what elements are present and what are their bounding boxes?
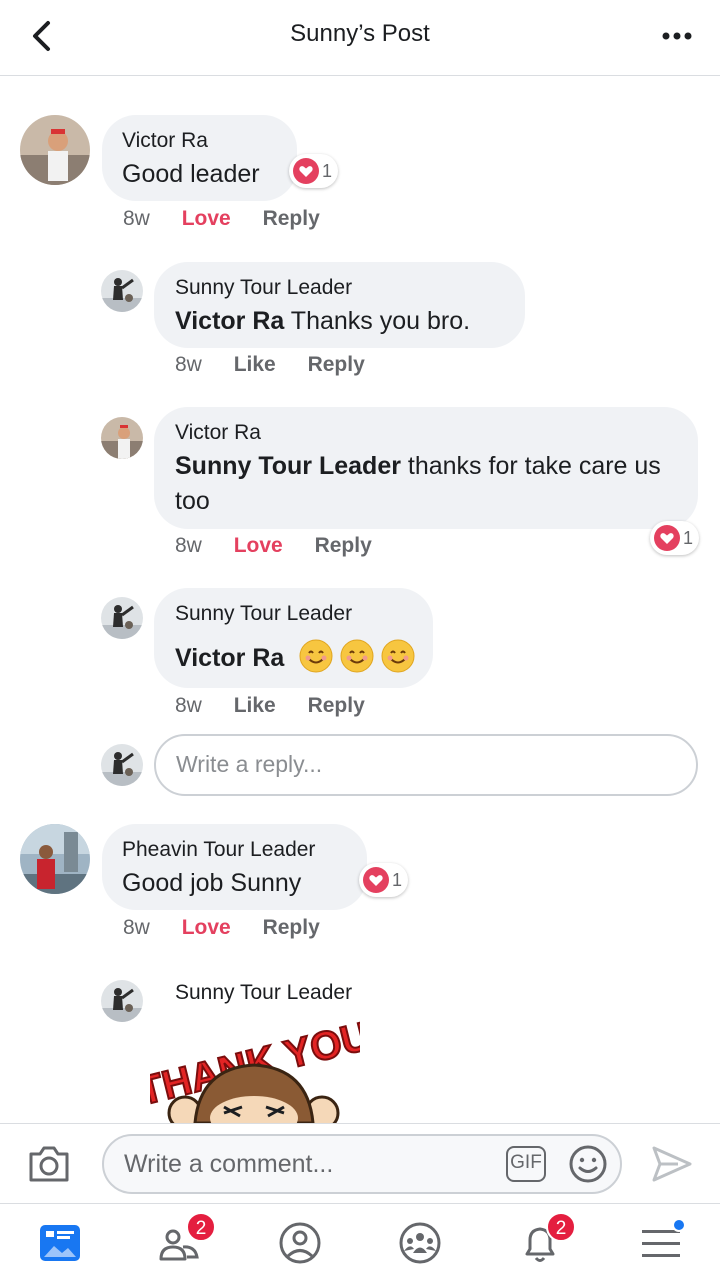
reply-button[interactable]: Reply: [308, 694, 365, 718]
like-button[interactable]: Like: [234, 694, 276, 718]
reply-button[interactable]: Reply: [263, 207, 320, 231]
notifications-badge: 2: [546, 1212, 576, 1242]
avatar-pheavin[interactable]: [20, 824, 90, 894]
more-options-icon[interactable]: [660, 22, 694, 50]
smiling-face-emoji-icon: [299, 639, 333, 673]
comment-author[interactable]: Sunny Tour Leader: [175, 981, 352, 1005]
top-bar: Sunny’s Post: [0, 0, 720, 76]
comment-time: 8w: [123, 916, 150, 939]
mention-tag[interactable]: Sunny Tour Leader: [175, 452, 401, 480]
avatar-sunny[interactable]: [101, 270, 143, 312]
comment-author[interactable]: Sunny Tour Leader: [175, 602, 352, 626]
thank-you-monkey-sticker[interactable]: THANK YOU: [150, 1013, 360, 1123]
comment-meta: 8w Like Reply: [175, 353, 365, 377]
comment-text: Victor Ra: [175, 639, 415, 676]
comment-body: Thanks you bro.: [284, 307, 471, 335]
smiling-face-emoji-icon: [340, 639, 374, 673]
gif-button[interactable]: GIF: [506, 1146, 546, 1182]
avatar-sunny[interactable]: [101, 597, 143, 639]
reaction-count-label: 1: [392, 869, 403, 890]
love-button[interactable]: Love: [234, 534, 283, 558]
comment-author[interactable]: Victor Ra: [122, 129, 208, 153]
news-feed-tab-icon[interactable]: [35, 1218, 85, 1268]
comment-composer: Write a comment... GIF: [0, 1123, 720, 1203]
reaction-count-label: 1: [322, 160, 333, 181]
comment-text: Sunny Tour Leader thanks for take care u…: [175, 449, 685, 519]
love-reaction-icon: [363, 867, 389, 893]
mention-tag[interactable]: Victor Ra: [175, 644, 284, 672]
reply-input[interactable]: Write a reply...: [154, 734, 698, 796]
comment-meta: 8w Love Reply: [123, 916, 320, 940]
comment-meta: 8w Love Reply: [123, 207, 320, 231]
gif-label: GIF: [510, 1152, 542, 1173]
comment-meta: 8w Love Reply: [175, 534, 372, 558]
avatar-victor-ra[interactable]: [101, 417, 143, 459]
comments-list: Victor Ra Good leader 1 8w Love Reply Su…: [0, 77, 720, 1123]
love-button[interactable]: Love: [182, 207, 231, 231]
reply-input-placeholder: Write a reply...: [176, 751, 323, 777]
comment-input-placeholder: Write a comment...: [124, 1150, 334, 1178]
love-reaction-icon: [654, 525, 680, 551]
page-title: Sunny’s Post: [290, 20, 430, 47]
reaction-count[interactable]: 1: [650, 521, 700, 555]
groups-tab-icon[interactable]: [395, 1218, 445, 1268]
bottom-tab-bar: 2 2: [0, 1203, 720, 1280]
comment-time: 8w: [175, 353, 202, 376]
comment-text: Good leader: [122, 160, 260, 188]
comment-time: 8w: [123, 207, 150, 230]
reply-button[interactable]: Reply: [263, 916, 320, 940]
menu-hamburger-icon[interactable]: [636, 1218, 686, 1268]
comment-author[interactable]: Pheavin Tour Leader: [122, 838, 315, 862]
smiling-face-emoji-icon: [381, 639, 415, 673]
love-reaction-icon: [293, 158, 319, 184]
profile-tab-icon[interactable]: [275, 1218, 325, 1268]
comment-time: 8w: [175, 534, 202, 557]
friends-badge: 2: [186, 1212, 216, 1242]
avatar-victor-ra[interactable]: [20, 115, 90, 185]
love-button[interactable]: Love: [182, 916, 231, 940]
reaction-count[interactable]: 1: [289, 154, 339, 188]
send-icon[interactable]: [650, 1144, 694, 1184]
like-button[interactable]: Like: [234, 353, 276, 377]
comment-text: Victor Ra Thanks you bro.: [175, 304, 470, 339]
reply-button[interactable]: Reply: [315, 534, 372, 558]
comment-text: Good job Sunny: [122, 869, 302, 897]
comment-input[interactable]: Write a comment... GIF: [102, 1134, 622, 1194]
reaction-count[interactable]: 1: [359, 863, 409, 897]
reaction-count-label: 1: [683, 527, 694, 548]
avatar-sunny[interactable]: [101, 980, 143, 1022]
comment-author[interactable]: Victor Ra: [175, 421, 261, 445]
avatar-current-user: [101, 744, 143, 786]
comment-time: 8w: [175, 694, 202, 717]
camera-icon[interactable]: [27, 1144, 71, 1184]
comment-meta: 8w Like Reply: [175, 694, 365, 718]
mention-tag[interactable]: Victor Ra: [175, 307, 284, 335]
reply-button[interactable]: Reply: [308, 353, 365, 377]
emoji-smiley-icon[interactable]: [568, 1144, 608, 1184]
comment-author[interactable]: Sunny Tour Leader: [175, 276, 352, 300]
